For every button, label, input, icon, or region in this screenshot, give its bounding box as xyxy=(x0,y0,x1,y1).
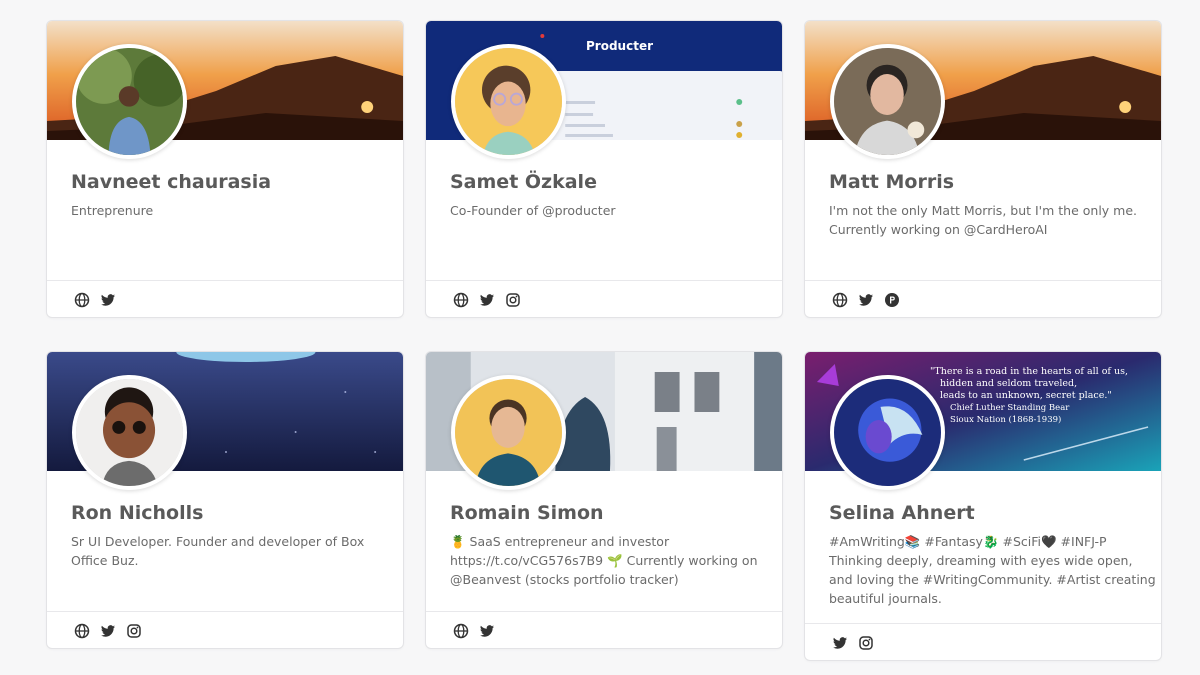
profile-name[interactable]: Selina Ahnert xyxy=(829,502,975,524)
twitter-icon[interactable] xyxy=(832,635,848,651)
avatar xyxy=(72,375,187,490)
twitter-icon[interactable] xyxy=(479,623,495,639)
card-footer xyxy=(426,611,782,648)
globe-icon[interactable] xyxy=(74,623,90,639)
producthunt-icon[interactable] xyxy=(884,292,900,308)
avatar xyxy=(830,44,945,159)
banner-quote: "There is a road in the hearts of all of… xyxy=(930,366,1128,425)
profile-name[interactable]: Matt Morris xyxy=(829,171,954,193)
avatar xyxy=(451,375,566,490)
avatar xyxy=(451,44,566,159)
twitter-icon[interactable] xyxy=(100,623,116,639)
twitter-icon[interactable] xyxy=(100,292,116,308)
profile-bio: #AmWriting📚 #Fantasy🐉 #SciFi🖤 #INFJ-P Th… xyxy=(829,534,1156,606)
profile-bio: Sr UI Developer. Founder and developer o… xyxy=(71,534,365,568)
card-footer xyxy=(426,280,782,317)
profile-card[interactable]: Ron Nicholls Sr UI Developer. Founder an… xyxy=(46,351,404,649)
profile-bio: 🍍 SaaS entrepreneur and investor https:/… xyxy=(450,534,758,587)
twitter-icon[interactable] xyxy=(858,292,874,308)
profile-bio: Entreprenure xyxy=(71,203,154,218)
card-footer xyxy=(805,280,1161,317)
profile-name[interactable]: Romain Simon xyxy=(450,502,604,524)
profile-card[interactable]: Navneet chaurasia Entreprenure xyxy=(46,20,404,318)
profile-grid: Navneet chaurasia Entreprenure Producter… xyxy=(0,0,1200,675)
card-footer xyxy=(47,280,403,317)
instagram-icon[interactable] xyxy=(505,292,521,308)
banner-brand-text: Producter xyxy=(586,39,653,53)
profile-bio: Co-Founder of @producter xyxy=(450,203,616,218)
globe-icon[interactable] xyxy=(453,623,469,639)
profile-card[interactable]: "There is a road in the hearts of all of… xyxy=(804,351,1162,661)
instagram-icon[interactable] xyxy=(858,635,874,651)
profile-name[interactable]: Navneet chaurasia xyxy=(71,171,271,193)
profile-name[interactable]: Ron Nicholls xyxy=(71,502,203,524)
card-footer xyxy=(805,623,1161,660)
globe-icon[interactable] xyxy=(74,292,90,308)
twitter-icon[interactable] xyxy=(479,292,495,308)
profile-name[interactable]: Samet Özkale xyxy=(450,171,597,193)
profile-card[interactable]: Matt Morris I'm not the only Matt Morris… xyxy=(804,20,1162,318)
card-footer xyxy=(47,611,403,648)
instagram-icon[interactable] xyxy=(126,623,142,639)
profile-bio: I'm not the only Matt Morris, but I'm th… xyxy=(829,203,1138,237)
avatar xyxy=(72,44,187,159)
avatar xyxy=(830,375,945,490)
profile-card[interactable]: Romain Simon 🍍 SaaS entrepreneur and inv… xyxy=(425,351,783,649)
globe-icon[interactable] xyxy=(832,292,848,308)
profile-card[interactable]: Producter Samet Özkale Co-Founder of @pr… xyxy=(425,20,783,318)
globe-icon[interactable] xyxy=(453,292,469,308)
